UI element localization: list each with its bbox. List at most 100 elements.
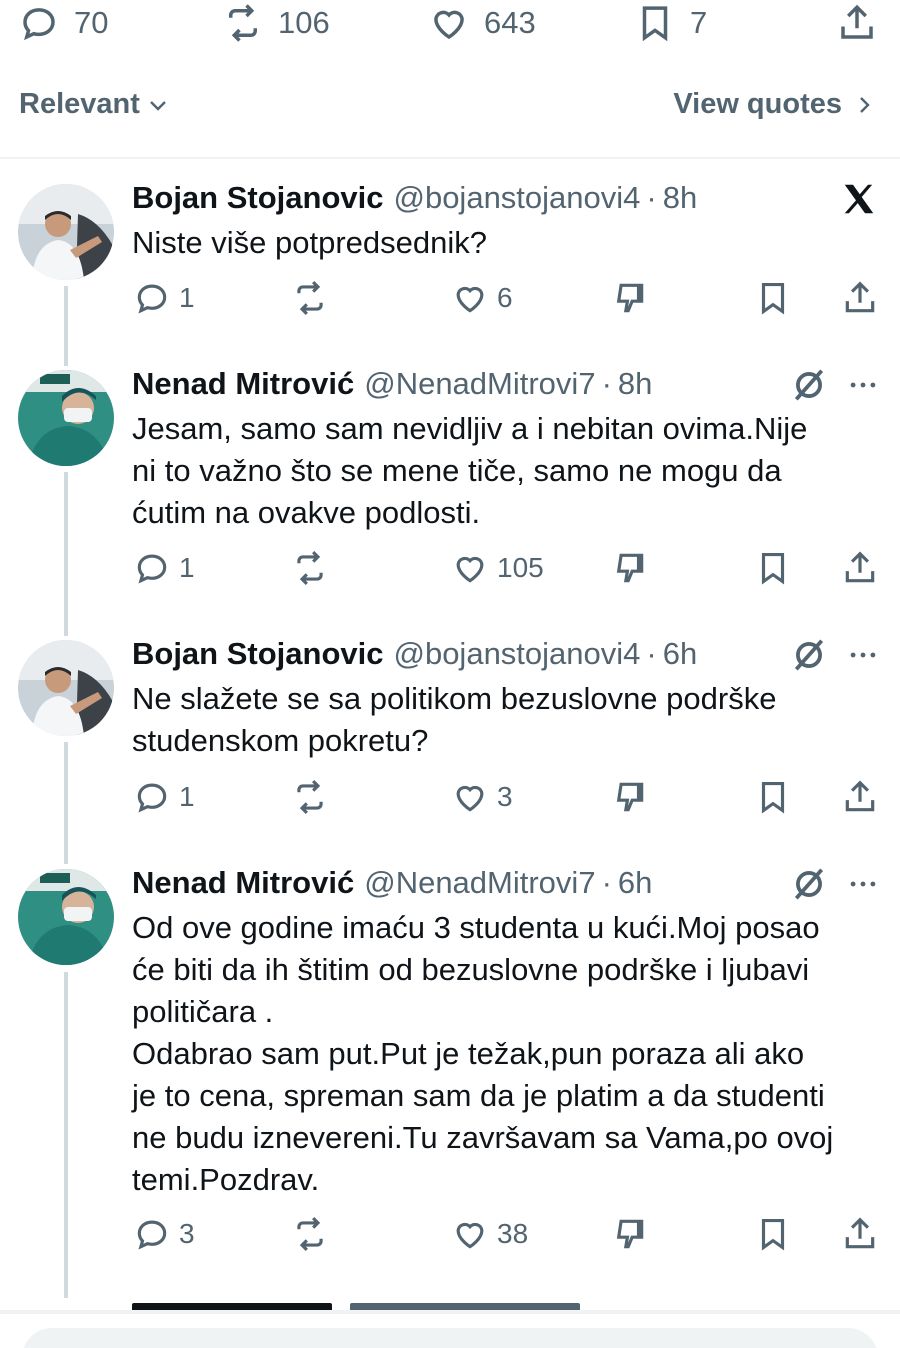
bookmark-button[interactable] <box>754 1215 792 1253</box>
main-bookmark-count: 7 <box>690 5 708 40</box>
like-button[interactable]: 105 <box>451 549 544 587</box>
user-handle[interactable]: @NenadMitrovi7 <box>364 865 595 901</box>
repost-button[interactable] <box>291 549 337 587</box>
user-handle[interactable]: @NenadMitrovi7 <box>364 366 595 402</box>
main-repost-button[interactable]: 106 <box>222 2 330 44</box>
bookmark-icon <box>754 1215 792 1253</box>
repost-button[interactable] <box>291 1215 337 1253</box>
bookmark-button[interactable] <box>754 778 792 816</box>
main-bookmark-button[interactable]: 7 <box>634 2 707 44</box>
main-like-count: 643 <box>484 5 536 40</box>
main-share-button[interactable] <box>836 2 878 44</box>
sort-dropdown[interactable]: Relevant <box>19 88 170 121</box>
chevron-right-icon <box>852 93 876 117</box>
reply-button[interactable]: 1 <box>133 549 195 587</box>
reply-actions: 1 105 <box>0 549 900 589</box>
reply-header: Bojan Stojanovic @bojanstojanovi4 · 8h <box>132 180 697 216</box>
grok-icon[interactable] <box>790 865 828 903</box>
downvote-button[interactable] <box>610 549 648 587</box>
downvote-icon <box>610 778 648 816</box>
timestamp[interactable]: 8h <box>663 180 697 216</box>
meta-separator: · <box>601 366 612 401</box>
main-reply-button[interactable]: 70 <box>18 2 108 44</box>
reply-icon <box>18 2 60 44</box>
reply-icon <box>133 549 171 587</box>
reply-text: Niste više potpredsednik? <box>132 225 487 260</box>
like-count: 6 <box>497 282 513 313</box>
main-reply-count: 70 <box>74 5 109 40</box>
share-button[interactable] <box>841 778 879 816</box>
more-icon[interactable] <box>846 867 880 901</box>
like-button[interactable]: 38 <box>451 1215 528 1253</box>
downvote-icon <box>610 549 648 587</box>
share-icon <box>841 778 879 816</box>
display-name[interactable]: Bojan Stojanovic <box>132 636 383 672</box>
avatar[interactable] <box>18 370 114 466</box>
reply-header: Bojan Stojanovic @bojanstojanovi4 · 6h <box>132 636 697 672</box>
avatar[interactable] <box>18 640 114 736</box>
reply-actions: 1 6 <box>0 279 900 319</box>
timestamp[interactable]: 8h <box>618 366 652 402</box>
display-name[interactable]: Bojan Stojanovic <box>132 180 383 216</box>
reply-actions: 1 3 <box>0 778 900 818</box>
bookmark-icon <box>754 549 792 587</box>
grok-icon[interactable] <box>790 636 828 674</box>
like-count: 105 <box>497 552 544 583</box>
repost-button[interactable] <box>291 279 337 317</box>
like-icon <box>451 549 489 587</box>
reply-header: Nenad Mitrović @NenadMitrovi7 · 8h <box>132 366 652 402</box>
reply-count: 1 <box>179 552 195 583</box>
reply-button[interactable]: 3 <box>133 1215 195 1253</box>
timestamp[interactable]: 6h <box>663 636 697 672</box>
grok-icon[interactable] <box>790 366 828 404</box>
reply-text: Jesam, samo sam nevidljiv a i nebitan ov… <box>132 411 808 530</box>
more-icon[interactable] <box>846 368 880 402</box>
repost-button[interactable] <box>291 778 337 816</box>
reply-composer[interactable] <box>22 1328 878 1348</box>
downvote-button[interactable] <box>610 778 648 816</box>
user-handle[interactable]: @bojanstojanovi4 <box>393 636 640 672</box>
bookmark-button[interactable] <box>754 279 792 317</box>
like-icon <box>451 1215 489 1253</box>
reply-icon <box>133 1215 171 1253</box>
section-divider <box>0 1310 900 1314</box>
like-icon <box>451 279 489 317</box>
bookmark-icon <box>634 2 676 44</box>
like-button[interactable]: 6 <box>451 279 513 317</box>
reply-button[interactable]: 1 <box>133 778 195 816</box>
repost-icon <box>222 2 264 44</box>
share-button[interactable] <box>841 1215 879 1253</box>
like-count: 38 <box>497 1218 529 1249</box>
repost-icon <box>291 778 329 816</box>
downvote-button[interactable] <box>610 279 648 317</box>
repost-icon <box>291 279 329 317</box>
user-handle[interactable]: @bojanstojanovi4 <box>393 180 640 216</box>
more-icon[interactable] <box>846 638 880 672</box>
meta-separator: · <box>601 865 612 900</box>
x-logo-icon <box>840 180 878 218</box>
reply-icon <box>133 778 171 816</box>
timestamp[interactable]: 6h <box>618 865 652 901</box>
reply-count: 3 <box>179 1218 195 1249</box>
share-icon <box>841 549 879 587</box>
reply-icon <box>133 279 171 317</box>
like-icon <box>428 2 470 44</box>
like-count: 3 <box>497 781 513 812</box>
downvote-button[interactable] <box>610 1215 648 1253</box>
like-button[interactable]: 3 <box>451 778 513 816</box>
avatar[interactable] <box>18 184 114 280</box>
section-divider <box>0 157 900 159</box>
reply-header: Nenad Mitrović @NenadMitrovi7 · 6h <box>132 865 652 901</box>
share-button[interactable] <box>841 549 879 587</box>
display-name[interactable]: Nenad Mitrović <box>132 366 354 402</box>
repost-icon <box>291 549 329 587</box>
avatar[interactable] <box>18 869 114 965</box>
main-like-button[interactable]: 643 <box>428 2 536 44</box>
bookmark-button[interactable] <box>754 549 792 587</box>
share-icon <box>841 1215 879 1253</box>
display-name[interactable]: Nenad Mitrović <box>132 865 354 901</box>
view-quotes-link[interactable]: View quotes <box>673 88 876 121</box>
share-button[interactable] <box>841 279 879 317</box>
reply-button[interactable]: 1 <box>133 279 195 317</box>
reply-count: 1 <box>179 282 195 313</box>
